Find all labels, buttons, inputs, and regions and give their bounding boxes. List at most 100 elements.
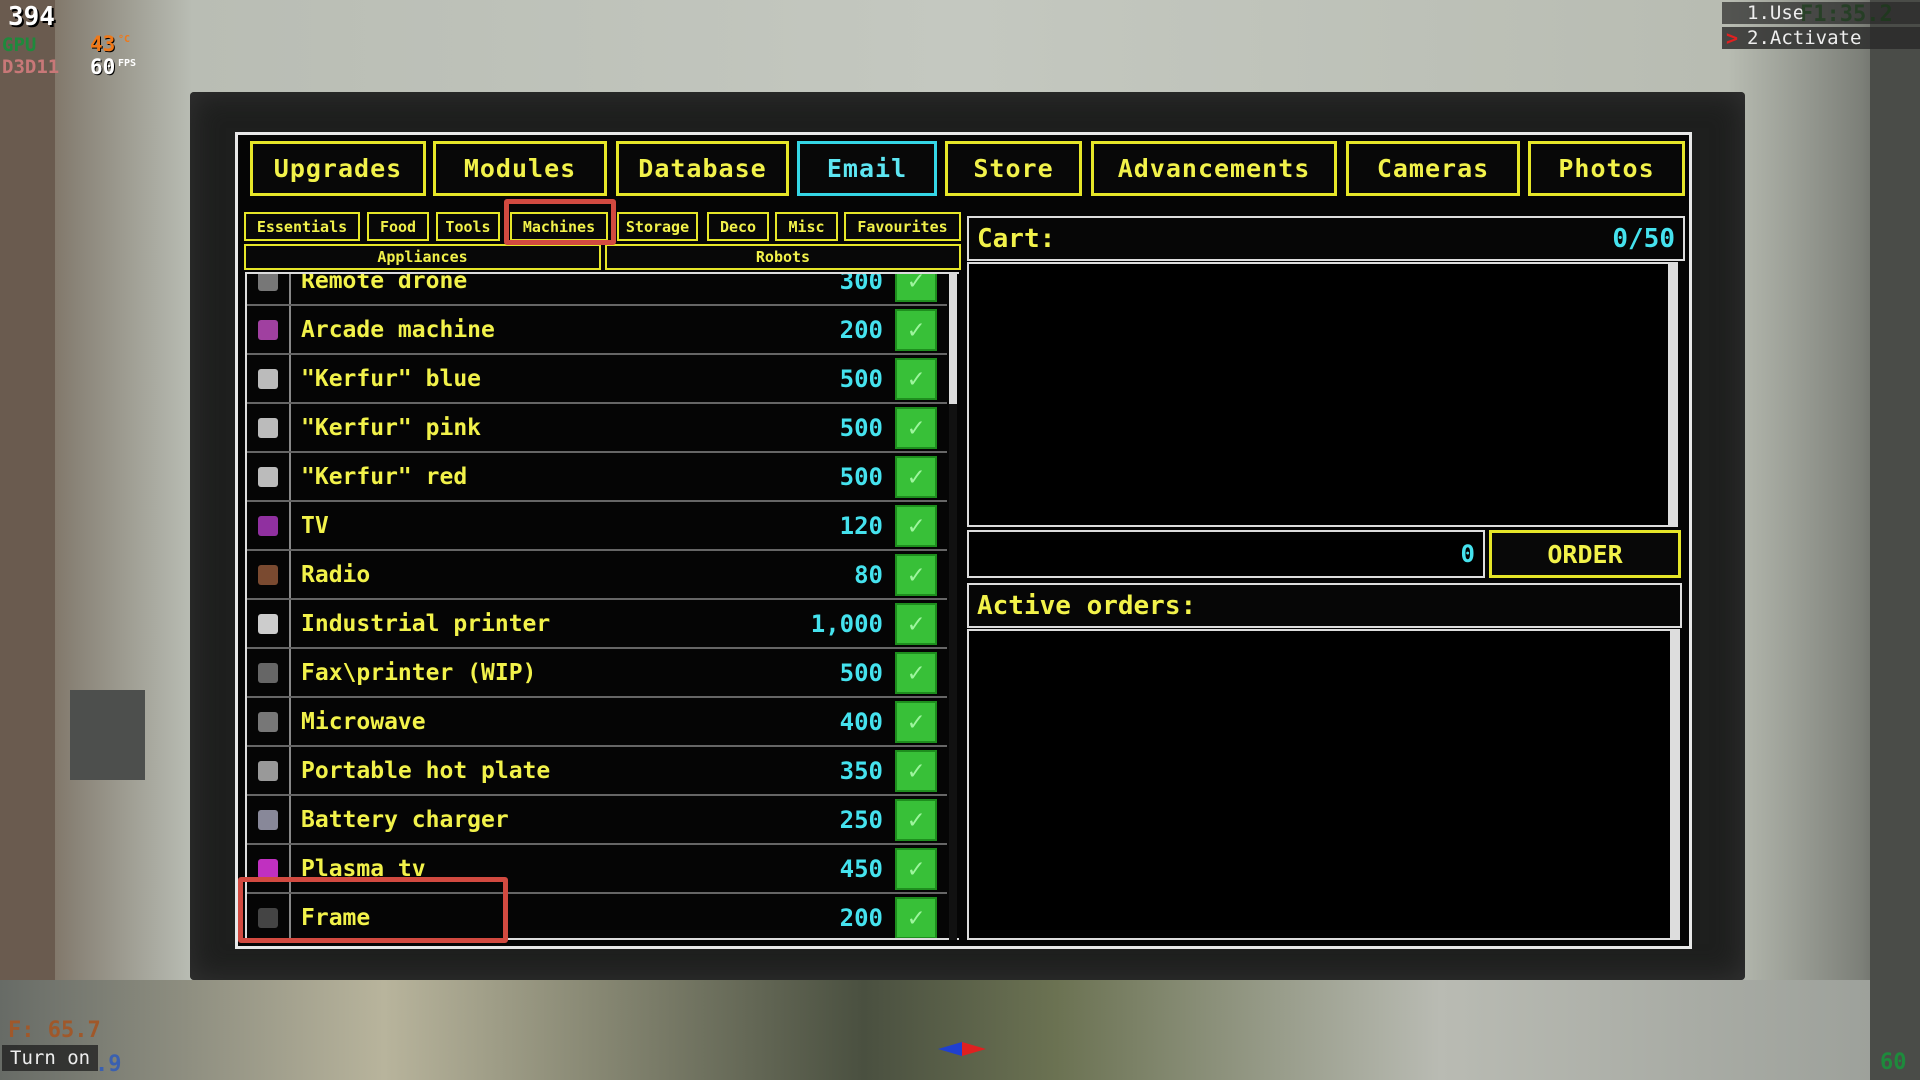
- item-row[interactable]: Industrial printer 1,000 ✓: [247, 600, 947, 649]
- item-row[interactable]: Battery charger 250 ✓: [247, 796, 947, 845]
- add-to-cart-check-icon[interactable]: ✓: [895, 896, 937, 938]
- bottom-readout-2: .9: [95, 1052, 122, 1077]
- cart-header: Cart: 0/50: [967, 216, 1685, 261]
- gpu-temp: 43: [90, 32, 116, 56]
- item-row[interactable]: "Kerfur" pink 500 ✓: [247, 404, 947, 453]
- selector-arrow-icon: >: [1726, 26, 1739, 50]
- item-name: TV: [301, 512, 329, 539]
- temp-unit: °C: [118, 34, 131, 45]
- item-row[interactable]: Microwave 400 ✓: [247, 698, 947, 747]
- menu-item-activate[interactable]: 2.Activate: [1722, 27, 1920, 49]
- fps-unit: FPS: [118, 58, 137, 69]
- item-name: "Kerfur" pink: [301, 414, 482, 441]
- add-to-cart-check-icon[interactable]: ✓: [895, 553, 937, 596]
- cart-scrollbar[interactable]: [1668, 264, 1676, 525]
- add-to-cart-check-icon[interactable]: ✓: [895, 455, 937, 498]
- add-to-cart-check-icon[interactable]: ✓: [895, 700, 937, 743]
- tv-icon: [258, 515, 278, 536]
- tab-store[interactable]: Store: [945, 141, 1082, 196]
- item-price: 500: [839, 413, 883, 442]
- category-essentials[interactable]: Essentials: [244, 212, 360, 241]
- hot-plate-icon: [258, 760, 278, 781]
- add-to-cart-check-icon[interactable]: ✓: [895, 749, 937, 792]
- cart-total: 0: [967, 530, 1485, 578]
- add-to-cart-check-icon[interactable]: ✓: [895, 602, 937, 645]
- item-row[interactable]: Radio 80 ✓: [247, 551, 947, 600]
- category-food[interactable]: Food: [367, 212, 429, 241]
- microwave-icon: [258, 711, 278, 732]
- compass-icon: [938, 1042, 962, 1056]
- category-tools[interactable]: Tools: [436, 212, 500, 241]
- item-icon-cell: [247, 698, 291, 745]
- ghost-text: F1:35.2: [1800, 2, 1893, 27]
- api-label: D3D11: [2, 56, 60, 78]
- category-favourites[interactable]: Favourites: [844, 212, 961, 241]
- subcategory-appliances[interactable]: Appliances: [244, 244, 601, 270]
- item-row[interactable]: TV 120 ✓: [247, 502, 947, 551]
- category-misc[interactable]: Misc: [775, 212, 838, 241]
- item-name: Microwave: [301, 708, 426, 735]
- add-to-cart-check-icon[interactable]: ✓: [895, 798, 937, 841]
- gpu-label: GPU: [2, 34, 37, 56]
- item-row[interactable]: Arcade machine 200 ✓: [247, 306, 947, 355]
- background-floor: [0, 980, 1920, 1080]
- item-price: 500: [839, 462, 883, 491]
- item-price: 500: [839, 364, 883, 393]
- battery-charger-icon: [258, 809, 278, 830]
- arcade-icon: [258, 319, 278, 340]
- item-name: Portable hot plate: [301, 757, 551, 784]
- active-orders-scrollbar[interactable]: [1670, 631, 1678, 938]
- category-storage[interactable]: Storage: [617, 212, 698, 241]
- item-row[interactable]: Remote drone 300 ✓: [247, 274, 947, 306]
- item-name: Arcade machine: [301, 316, 495, 343]
- category-deco[interactable]: Deco: [707, 212, 769, 241]
- item-icon-cell: [247, 600, 291, 647]
- fps-value: 60: [90, 55, 116, 79]
- add-to-cart-check-icon[interactable]: ✓: [895, 357, 937, 400]
- tab-email[interactable]: Email: [797, 141, 937, 196]
- item-price: 200: [839, 903, 883, 932]
- add-to-cart-check-icon[interactable]: ✓: [895, 274, 937, 302]
- tab-advancements[interactable]: Advancements: [1091, 141, 1337, 196]
- item-icon-cell: [247, 747, 291, 794]
- scrollbar-thumb[interactable]: [949, 272, 957, 404]
- order-button[interactable]: ORDER: [1489, 530, 1681, 578]
- tab-photos[interactable]: Photos: [1528, 141, 1685, 196]
- subcategory-robots[interactable]: Robots: [605, 244, 961, 270]
- item-price: 350: [839, 756, 883, 785]
- background-object: [70, 690, 145, 780]
- item-price: 500: [839, 658, 883, 687]
- item-list: Remote drone 300 ✓ Arcade machine 200 ✓ …: [245, 272, 959, 940]
- printer-icon: [258, 613, 278, 634]
- add-to-cart-check-icon[interactable]: ✓: [895, 651, 937, 694]
- item-icon-cell: [247, 355, 291, 402]
- item-name: Radio: [301, 561, 371, 588]
- fps-counter: 394: [8, 2, 55, 32]
- item-row[interactable]: "Kerfur" blue 500 ✓: [247, 355, 947, 404]
- item-row[interactable]: Fax\printer (WIP) 500 ✓: [247, 649, 947, 698]
- tab-database[interactable]: Database: [616, 141, 789, 196]
- tab-cameras[interactable]: Cameras: [1346, 141, 1520, 196]
- tab-modules[interactable]: Modules: [433, 141, 607, 196]
- radio-icon: [258, 564, 278, 585]
- item-row[interactable]: "Kerfur" red 500 ✓: [247, 453, 947, 502]
- fax-icon: [258, 662, 278, 683]
- background-wall-right: [1870, 0, 1920, 1080]
- item-price: 120: [839, 511, 883, 540]
- item-icon-cell: [247, 404, 291, 451]
- tab-upgrades[interactable]: Upgrades: [250, 141, 426, 196]
- item-price: 200: [839, 315, 883, 344]
- active-orders-title: Active orders:: [977, 590, 1197, 621]
- add-to-cart-check-icon[interactable]: ✓: [895, 406, 937, 449]
- robot-icon: [258, 417, 278, 438]
- add-to-cart-check-icon[interactable]: ✓: [895, 504, 937, 547]
- add-to-cart-check-icon[interactable]: ✓: [895, 308, 937, 351]
- add-to-cart-check-icon[interactable]: ✓: [895, 847, 937, 890]
- item-list-scrollbar[interactable]: [949, 272, 957, 940]
- cart-count: 0/50: [1612, 223, 1675, 254]
- compass-icon-red: [962, 1042, 986, 1056]
- item-row[interactable]: Portable hot plate 350 ✓: [247, 747, 947, 796]
- item-price: 250: [839, 805, 883, 834]
- bottom-right-readout: 60: [1880, 1050, 1907, 1075]
- robot-icon: [258, 368, 278, 389]
